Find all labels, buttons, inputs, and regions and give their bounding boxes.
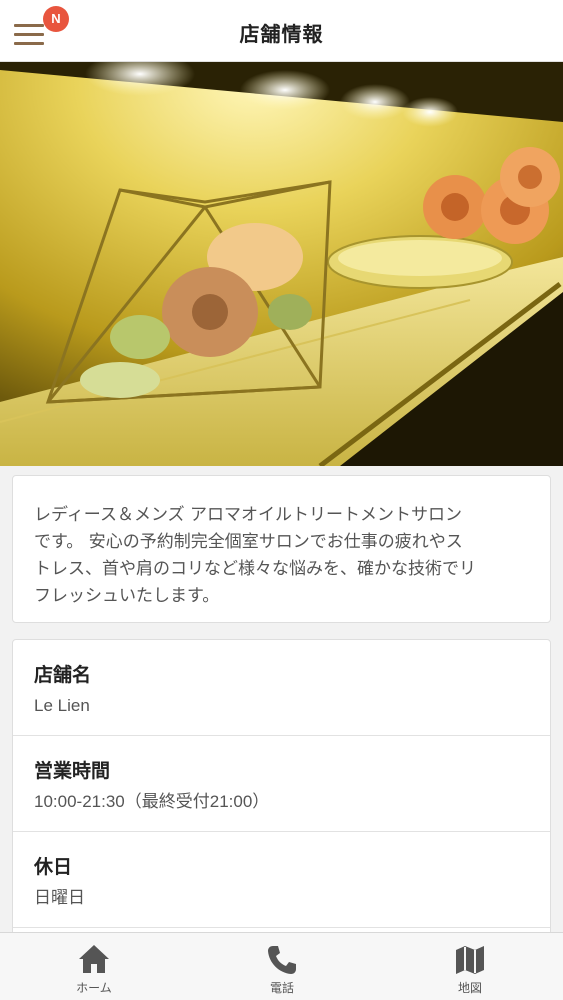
description-line: です。 安心の予約制完全個室サロンでお仕事の疲れやス	[34, 532, 463, 552]
info-value: 10:00-21:30（最終受付21:00）	[34, 792, 270, 811]
home-icon	[79, 945, 109, 973]
description-card: レディース＆メンズ アロマオイルトリートメントサロン です。 安心の予約制完全個…	[12, 475, 551, 623]
nav-item-phone[interactable]: 電話	[222, 933, 342, 1000]
info-label: 店舗名	[34, 664, 92, 686]
description-line: トレス、首や肩のコリなど様々な悩みを、確かな技術でリ	[34, 559, 476, 579]
info-value: 日曜日	[34, 888, 85, 907]
shop-description: レディース＆メンズ アロマオイルトリートメントサロン です。 安心の予約制完全個…	[34, 502, 530, 610]
nav-label: 電話	[269, 981, 294, 995]
shop-photo-illustration	[0, 62, 563, 466]
description-line: フレッシュいたします。	[34, 586, 220, 606]
info-value: Le Lien	[34, 696, 90, 715]
info-label: 営業時間	[34, 760, 111, 782]
app-header: N 店舗情報	[0, 0, 563, 62]
page-title: 店舗情報	[239, 22, 324, 46]
hero-image	[0, 62, 563, 466]
shop-info-card: 店舗名 Le Lien 営業時間 10:00-21:30（最終受付21:00） …	[12, 639, 551, 939]
nav-label: ホーム	[76, 981, 112, 995]
nav-item-home[interactable]: ホーム	[34, 933, 154, 1000]
info-row-holiday: 休日 日曜日	[13, 832, 550, 928]
info-row-shop-name: 店舗名 Le Lien	[13, 640, 550, 736]
nav-item-map[interactable]: 地図	[410, 933, 530, 1000]
phone-icon	[268, 946, 296, 974]
info-row-business-hours: 営業時間 10:00-21:30（最終受付21:00）	[13, 736, 550, 832]
info-label: 休日	[34, 856, 73, 878]
map-icon	[456, 946, 484, 974]
bottom-nav: ホーム 電話 地図	[0, 932, 563, 1000]
nav-label: 地図	[457, 981, 482, 995]
description-line: レディース＆メンズ アロマオイルトリートメントサロン	[34, 505, 463, 525]
